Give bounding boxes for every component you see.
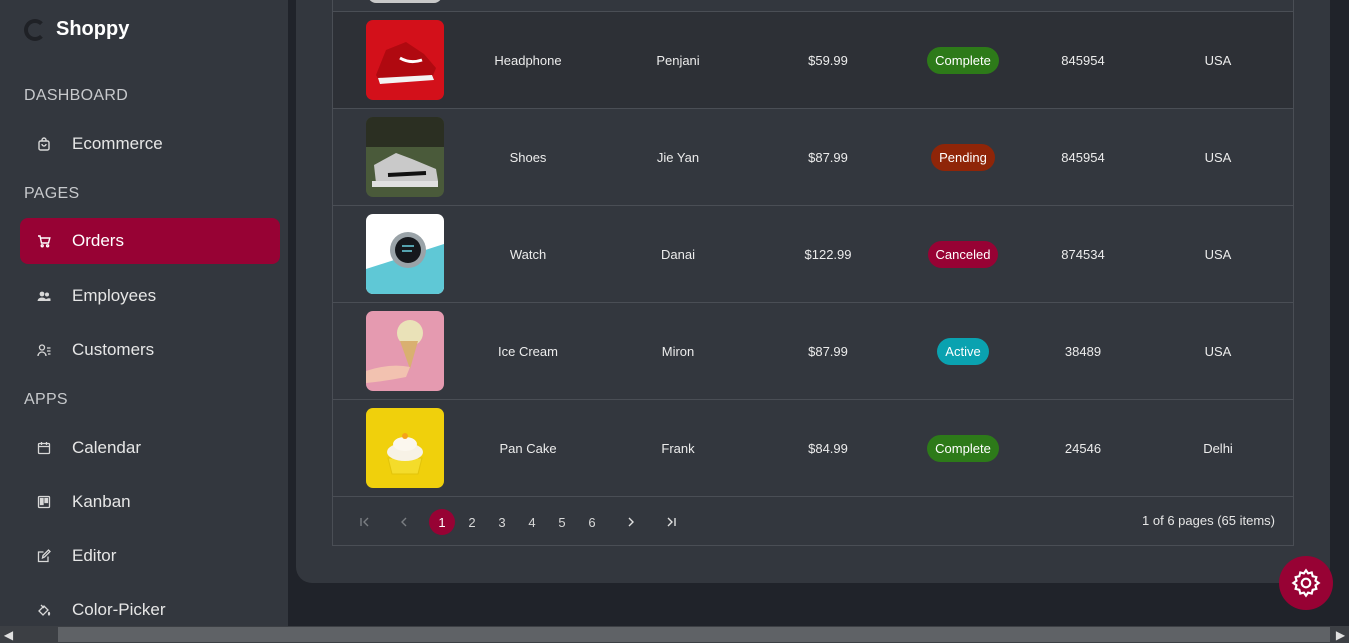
table-row[interactable]: Ice Cream Miron $87.99 Active 38489 USA xyxy=(333,303,1293,400)
page-button-4[interactable]: 4 xyxy=(519,509,545,535)
table-row[interactable]: Headphone Penjani $59.99 Complete 845954… xyxy=(333,12,1293,109)
first-page-icon xyxy=(360,517,369,527)
product-image-cupcake xyxy=(366,408,444,488)
cell-order-id: 874534 xyxy=(1061,247,1105,262)
sidebar-item-employees[interactable]: Employees xyxy=(20,273,280,319)
sidebar-item-label: Orders xyxy=(72,231,124,250)
cart-icon xyxy=(37,234,51,248)
edit-icon xyxy=(37,549,51,563)
prev-page-icon xyxy=(401,517,407,527)
sidebar-item-kanban[interactable]: Kanban xyxy=(20,479,280,525)
sidebar-item-orders[interactable]: Orders xyxy=(20,218,280,264)
sidebar-item-calendar[interactable]: Calendar xyxy=(20,425,280,471)
sidebar-item-label: Kanban xyxy=(72,492,131,511)
sidebar-item-color-picker[interactable]: Color-Picker xyxy=(20,587,280,626)
sidebar-item-label: Calendar xyxy=(72,438,141,457)
first-page-button[interactable] xyxy=(352,509,378,535)
last-page-button[interactable] xyxy=(658,509,684,535)
status-badge: Canceled xyxy=(927,241,999,268)
cell-customer: Danai xyxy=(661,247,695,262)
orders-card: Headphone Penjani $59.99 Complete 845954… xyxy=(296,0,1330,583)
prev-page-button[interactable] xyxy=(391,509,417,535)
cell-item: Watch xyxy=(509,247,547,262)
product-image-grey-shoes xyxy=(366,117,444,197)
product-image-ice-cream xyxy=(366,311,444,391)
page-button-5[interactable]: 5 xyxy=(549,509,575,535)
status-badge: Active xyxy=(937,338,989,365)
cell-location: Delhi xyxy=(1203,441,1233,456)
customers-icon xyxy=(37,343,51,357)
cell-amount: $59.99 xyxy=(808,53,848,68)
main-content: Headphone Penjani $59.99 Complete 845954… xyxy=(296,0,1349,626)
status-badge: Complete xyxy=(927,435,999,462)
cell-order-id: 845954 xyxy=(1061,150,1105,165)
page-button-1[interactable]: 1 xyxy=(429,509,455,535)
scrollbar-thumb[interactable] xyxy=(58,627,1330,642)
sidebar-item-label: Editor xyxy=(72,546,117,565)
sidebar: Shoppy DASHBOARD Ecommerce PAGES Orders … xyxy=(0,0,288,626)
table-row-partial xyxy=(333,0,1293,12)
scroll-right-icon[interactable]: ▶ xyxy=(1332,626,1349,643)
table-row[interactable]: Watch Danai $122.99 Canceled 874534 USA xyxy=(333,206,1293,303)
table-row[interactable]: Shoes Jie Yan $87.99 Pending 845954 USA xyxy=(333,109,1293,206)
sidebar-item-label: Color-Picker xyxy=(72,600,166,619)
sidebar-item-editor[interactable]: Editor xyxy=(20,533,280,579)
cell-amount: $122.99 xyxy=(804,247,852,262)
section-dashboard: DASHBOARD xyxy=(24,87,129,104)
cell-customer: Jie Yan xyxy=(656,150,700,165)
sidebar-item-label: Employees xyxy=(72,286,157,305)
status-badge: Complete xyxy=(927,47,999,74)
orders-grid: Headphone Penjani $59.99 Complete 845954… xyxy=(332,0,1294,546)
sidebar-item-label: Customers xyxy=(72,340,155,359)
product-image-partial xyxy=(368,0,442,3)
sidebar-item-customers[interactable]: Customers xyxy=(20,327,280,373)
shopping-bag-icon xyxy=(37,137,51,151)
product-image-red-sneaker xyxy=(366,20,444,100)
scroll-left-icon[interactable]: ◀ xyxy=(0,626,17,643)
kanban-icon xyxy=(37,495,51,509)
shoppy-logo-icon xyxy=(24,18,46,41)
cell-customer: Frank xyxy=(661,441,695,456)
sidebar-item-label: Ecommerce xyxy=(72,134,163,153)
cell-customer: Penjani xyxy=(656,53,700,68)
page-button-2[interactable]: 2 xyxy=(459,509,485,535)
employees-icon xyxy=(37,289,51,303)
cell-amount: $87.99 xyxy=(808,344,848,359)
cell-location: USA xyxy=(1204,344,1232,359)
next-page-button[interactable] xyxy=(618,509,644,535)
cell-location: USA xyxy=(1204,247,1232,262)
cell-location: USA xyxy=(1204,53,1232,68)
cell-item: Pan Cake xyxy=(499,441,557,456)
horizontal-scrollbar[interactable]: ◀ ▶ xyxy=(0,626,1349,643)
cell-item: Shoes xyxy=(509,150,547,165)
section-pages: PAGES xyxy=(24,185,80,202)
cell-order-id: 24546 xyxy=(1064,441,1102,456)
status-badge: Pending xyxy=(931,144,995,171)
cell-order-id: 38489 xyxy=(1064,344,1102,359)
table-row[interactable]: Pan Cake Frank $84.99 Complete 24546 Del… xyxy=(333,400,1293,497)
page-button-6[interactable]: 6 xyxy=(579,509,605,535)
cell-item: Ice Cream xyxy=(498,344,558,359)
paint-bucket-icon xyxy=(37,603,51,617)
gear-icon xyxy=(1291,568,1321,598)
brand-name: Shoppy xyxy=(56,18,130,40)
cell-location: USA xyxy=(1204,150,1232,165)
product-image-smart-watch xyxy=(366,214,444,294)
cell-order-id: 845954 xyxy=(1061,53,1105,68)
brand-logo-link[interactable]: Shoppy xyxy=(24,18,129,41)
pagination: 1 2 3 4 5 6 1 of 6 pages (65 items) xyxy=(333,496,1293,545)
sidebar-item-ecommerce[interactable]: Ecommerce xyxy=(20,121,280,167)
cell-amount: $87.99 xyxy=(808,150,848,165)
calendar-icon xyxy=(37,441,51,455)
page-button-3[interactable]: 3 xyxy=(489,509,515,535)
cell-customer: Miron xyxy=(661,344,695,359)
next-page-icon xyxy=(628,517,634,527)
cell-amount: $84.99 xyxy=(808,441,848,456)
section-apps: APPS xyxy=(24,391,68,408)
cell-item: Headphone xyxy=(494,53,562,68)
settings-button[interactable] xyxy=(1279,556,1333,610)
last-page-icon xyxy=(667,517,676,527)
pager-info: 1 of 6 pages (65 items) xyxy=(1142,513,1275,528)
